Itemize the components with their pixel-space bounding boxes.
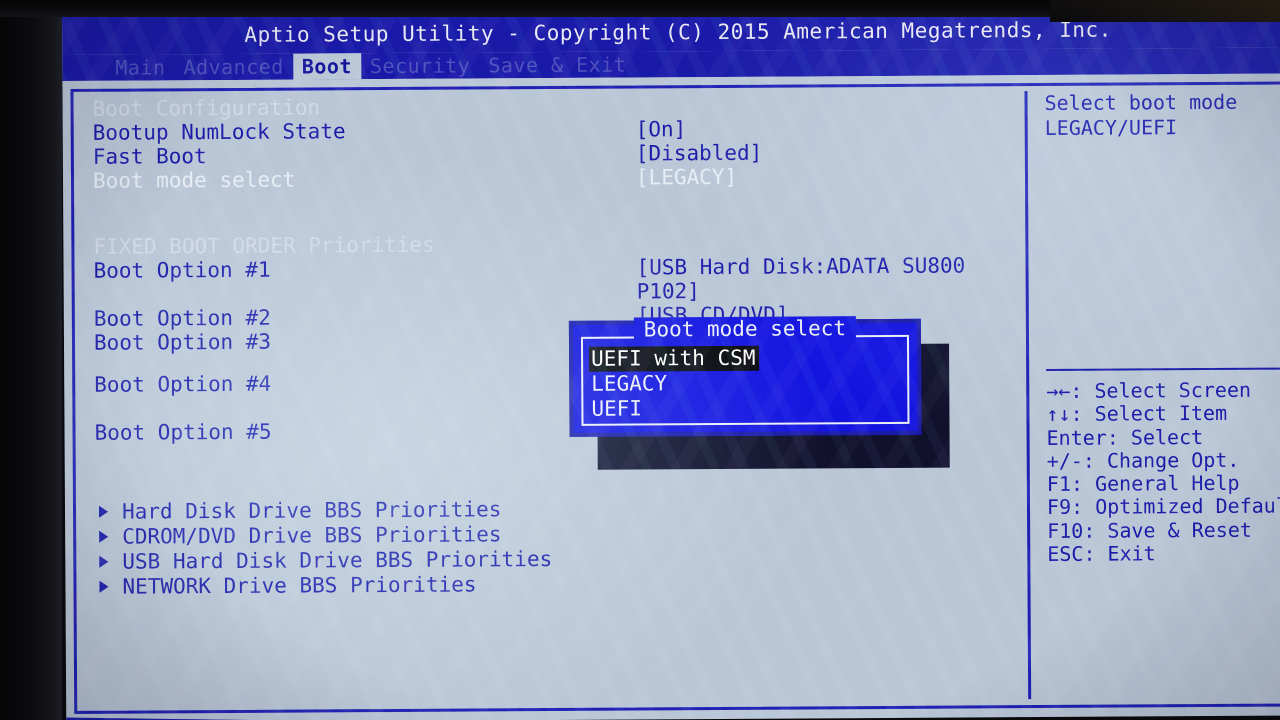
app-title: Aptio Setup Utility - Copyright (C) 2015… xyxy=(244,17,1112,47)
triangle-right-icon xyxy=(99,555,109,568)
monitor-bezel-left xyxy=(0,0,62,720)
legend-action: Select xyxy=(1130,424,1204,450)
monitor-bezel-top-right xyxy=(1050,0,1280,22)
boot-option-value[interactable]: [USB Hard Disk:ADATA SU800 xyxy=(636,253,965,279)
triangle-right-icon xyxy=(99,530,109,543)
setting-value[interactable]: [LEGACY] xyxy=(636,165,737,190)
help-description-line-2: LEGACY/UEFI xyxy=(1044,115,1178,140)
legend-keys: ↑↓: xyxy=(1046,402,1083,427)
legend-exit: ESC: Exit xyxy=(1047,541,1280,566)
legend-select-screen: →←: Select Screen xyxy=(1046,378,1280,403)
legend-keys: F9: xyxy=(1046,495,1084,520)
submenu-label: CDROM/DVD Drive BBS Priorities xyxy=(122,521,502,549)
legend-change-opt: +/-: Change Opt. xyxy=(1047,448,1280,473)
tab-security[interactable]: Security xyxy=(361,52,479,79)
tab-save-exit[interactable]: Save & Exit xyxy=(479,51,635,78)
triangle-right-icon xyxy=(98,505,109,518)
setting-label: Fast Boot xyxy=(92,144,207,169)
boot-option-label: Boot Option #3 xyxy=(93,329,272,355)
legend-save-reset: F10: Save & Reset xyxy=(1047,518,1280,543)
monitor-photo: Aptio Setup Utility - Copyright (C) 2015… xyxy=(0,0,1280,720)
legend-select-item: ↑↓: Select Item xyxy=(1046,401,1280,426)
legend-keys: +/-: xyxy=(1046,448,1095,473)
legend-general-help: F1: General Help xyxy=(1047,471,1280,496)
setting-label: Bootup NumLock State xyxy=(92,119,346,145)
popup-row[interactable]: LEGACY xyxy=(589,370,903,397)
boot-option-label: Boot Option #1 xyxy=(93,257,271,283)
submenu-network-drive-bbs-priorities[interactable]: NETWORK Drive BBS Priorities xyxy=(95,568,1025,599)
tab-advanced[interactable]: Advanced xyxy=(174,54,292,81)
legend-action: Change Opt. xyxy=(1106,447,1240,473)
legend-action: Select Item xyxy=(1094,401,1228,426)
legend-keys: F10: xyxy=(1047,518,1096,543)
popup-row[interactable]: UEFI with CSM xyxy=(589,345,903,372)
boot-option-label: Boot Option #2 xyxy=(93,305,271,331)
legend-action: General Help xyxy=(1094,471,1240,496)
popup-title: Boot mode select xyxy=(583,316,907,342)
triangle-right-icon xyxy=(99,580,109,593)
help-description-line-1: Select boot mode xyxy=(1044,89,1238,115)
legend-action: Exit xyxy=(1107,541,1156,566)
legend-action: Save & Reset xyxy=(1107,517,1252,543)
popup-title-text: Boot mode select xyxy=(633,316,857,342)
tab-main[interactable]: Main xyxy=(106,54,174,80)
submenu-label: Hard Disk Drive BBS Priorities xyxy=(121,496,502,524)
popup-row[interactable]: UEFI xyxy=(589,395,903,422)
legend-enter-select: Enter: Select xyxy=(1047,425,1280,450)
popup-option-uefi-with-csm[interactable]: UEFI with CSM xyxy=(589,345,760,372)
popup-option-legacy[interactable]: LEGACY xyxy=(589,371,667,396)
help-separator xyxy=(1046,367,1280,371)
tab-boot[interactable]: Boot xyxy=(292,53,362,80)
legend-action: Optimized Default xyxy=(1095,493,1280,520)
popup-option-uefi[interactable]: UEFI xyxy=(589,396,642,421)
help-pane: Select boot mode LEGACY/UEFI →←: Select … xyxy=(1024,89,1280,700)
legend-keys: →←: xyxy=(1046,378,1083,403)
legend-optimized-defaults: F9: Optimized Default xyxy=(1046,493,1280,520)
legend-action: Select Screen xyxy=(1094,377,1252,403)
submenu-label: USB Hard Disk Drive BBS Priorities xyxy=(122,546,553,574)
popup-option-list[interactable]: UEFI with CSM LEGACY UEFI xyxy=(589,345,903,422)
legend-keys: ESC: xyxy=(1047,541,1096,567)
boot-option-label: Boot Option #4 xyxy=(94,371,272,397)
setting-value[interactable]: [Disabled] xyxy=(636,141,763,166)
boot-option-label: Boot Option #5 xyxy=(94,419,272,445)
boot-mode-select-dialog[interactable]: Boot mode select UEFI with CSM LEGACY UE… xyxy=(568,316,922,437)
setting-label: Boot mode select xyxy=(92,167,296,193)
bios-screen: Aptio Setup Utility - Copyright (C) 2015… xyxy=(62,9,1280,720)
legend-keys: F1: xyxy=(1046,471,1084,497)
popup-inner-border: Boot mode select UEFI with CSM LEGACY UE… xyxy=(580,316,910,426)
legend-keys: Enter: xyxy=(1046,425,1119,450)
setting-value[interactable]: [On] xyxy=(636,117,687,141)
submenu-label: NETWORK Drive BBS Priorities xyxy=(122,571,477,599)
boot-option-value-wrap: P102] xyxy=(636,279,700,304)
